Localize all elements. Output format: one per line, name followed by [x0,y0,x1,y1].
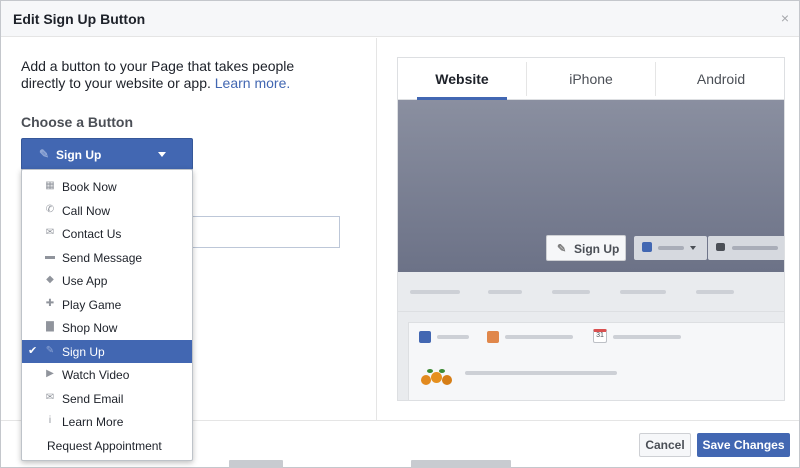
tab-android-label: Android [696,71,746,87]
menu-item-label: Learn More [62,415,124,429]
chat-icon [716,243,725,251]
preview-tabs: Website iPhone Android [398,58,784,100]
placeholder-bar [696,290,734,294]
dialog-title: Edit Sign Up Button [13,11,146,27]
menu-item-label: Use App [62,274,108,288]
menu-item-label: Send Message [62,250,143,265]
preview-signup-button: ✎ Sign Up [546,235,626,261]
preview-cover-photo: ✎ Sign Up [398,100,784,272]
cancel-button[interactable]: Cancel [639,433,691,457]
menu-item[interactable]: ✆ Call Now [22,199,192,222]
tab-website-label: Website [435,71,489,87]
menu-item[interactable]: i Learn More [22,410,192,433]
bag-icon: ▇ [46,321,54,332]
pencil-icon: ✎ [39,147,50,161]
menu-item[interactable]: ◆ Use App [22,269,192,292]
preview-like-button [634,236,707,260]
placeholder-bar [505,335,573,339]
info-icon: i [48,415,52,426]
button-type-dropdown[interactable]: ✎ Sign Up [21,138,193,170]
placeholder-bar [437,335,469,339]
menu-item[interactable]: ▶ Watch Video [22,363,192,386]
fruit-thumbnail [419,367,455,393]
menu-item-label: Contact Us [62,227,122,241]
dialog-header: Edit Sign Up Button × [1,1,799,37]
menu-item[interactable]: ✉ Contact Us [22,222,192,245]
placeholder-bar [465,371,617,375]
placeholder-bar [658,246,684,250]
tab-website[interactable]: Website [398,58,526,100]
preview-button-label: Sign Up [574,242,620,256]
placeholder-bar [613,335,681,339]
button-type-menu: ▦ Book Now ✆ Call Now ✉ Contact Us ▬ Send Messa… [21,169,193,461]
menu-item[interactable]: ▦ Book Now [22,175,192,198]
background-text-fragment [411,460,511,468]
intro-text: Add a button to your Page that takes peo… [21,58,341,92]
menu-item-label: Send Email [62,391,124,406]
menu-item[interactable]: ✉ Send Email [22,387,192,410]
play-icon: ▶ [46,368,54,379]
preview-page-body: 31 [398,312,784,400]
menu-item-label: Call Now [62,203,111,218]
photo-icon [487,331,499,343]
preview-message-button [708,236,784,260]
chevron-down-icon [690,246,696,250]
website-url-input[interactable] [191,216,340,248]
pencil-icon [419,331,431,343]
menu-item-label: Shop Now [62,321,118,335]
gamepad-icon: ✚ [45,297,55,309]
menu-item[interactable]: ✔ ✎ Sign Up [22,339,192,363]
thumbs-up-icon [642,242,652,252]
cube-icon: ◆ [46,274,54,285]
menu-item[interactable]: ✚ Play Game [22,293,192,316]
calendar-icon: 31 [593,329,607,343]
pencil-icon: ✎ [45,344,55,356]
menu-item-label: Play Game [62,297,122,312]
choose-button-label: Choose a Button [21,114,133,130]
tab-iphone[interactable]: iPhone [527,58,655,100]
menu-item[interactable]: ▬ Send Message [22,246,192,269]
edit-button-dialog: Edit Sign Up Button × Add a button to yo… [0,0,800,468]
chevron-down-icon [158,152,166,157]
checkmark-icon: ✔ [28,344,38,357]
pencil-icon: ✎ [557,243,567,255]
preview-composer-card: 31 [408,322,784,400]
envelope-icon: ✉ [45,227,55,238]
menu-item[interactable]: ▇ Shop Now [22,316,192,339]
menu-item-label: Book Now [62,180,117,194]
menu-item-label: Sign Up [62,344,105,359]
placeholder-bar [620,290,666,294]
close-icon[interactable]: × [781,10,789,26]
calendar-icon: ▦ [45,180,55,191]
envelope-icon: ✉ [45,391,55,403]
preview-page-nav [398,272,784,312]
placeholder-bar [552,290,590,294]
menu-item-label: Request Appointment [47,438,162,453]
menu-item[interactable]: Request Appointment [22,434,192,457]
placeholder-bar [410,290,460,294]
save-changes-button[interactable]: Save Changes [697,433,790,457]
learn-more-link[interactable]: Learn more. [215,75,290,91]
tab-android[interactable]: Android [656,58,784,100]
tab-iphone-label: iPhone [569,71,613,87]
dropdown-selected-label: Sign Up [56,148,102,162]
preview-panel: Website iPhone Android ✎ Sign Up 31 [397,57,785,401]
placeholder-bar [732,246,778,250]
placeholder-bar [488,290,522,294]
menu-item-label: Watch Video [62,368,130,382]
phone-icon: ✆ [45,203,55,215]
background-text-fragment [229,460,283,468]
chat-icon: ▬ [45,250,55,262]
